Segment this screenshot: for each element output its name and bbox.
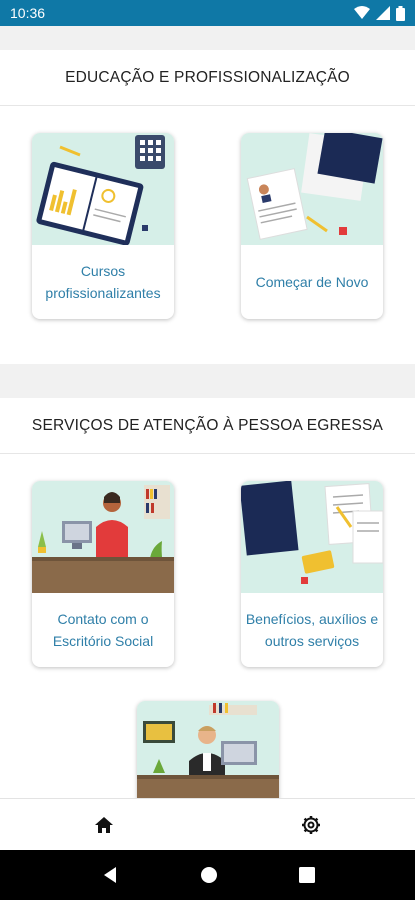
card-label: Benefícios, auxílios e outros serviços (245, 611, 379, 649)
section-education: EDUCAÇÃO E PROFISSIONALIZAÇÃO Cursos pro… (0, 50, 415, 364)
signal-icon (376, 6, 390, 20)
card-beneficios-auxilios[interactable]: Benefícios, auxílios e outros serviços (241, 481, 383, 667)
status-time: 10:36 (10, 5, 46, 21)
card-comecar-de-novo[interactable]: Começar de Novo (241, 133, 383, 319)
resume-illustration (241, 133, 383, 245)
card-contato-escritorio-social[interactable]: Contato com o Escritório Social (32, 481, 174, 667)
card-atendimento[interactable] (136, 701, 279, 798)
card-label: Contato com o Escritório Social (52, 611, 154, 649)
recents-icon[interactable] (298, 867, 315, 883)
nav-settings[interactable] (208, 799, 415, 850)
wifi-icon (354, 6, 370, 19)
section-title: SERVIÇOS DE ATENÇÃO À PESSOA EGRESSA (0, 398, 415, 454)
card-label: Começar de Novo (255, 274, 369, 290)
documents-illustration (241, 481, 383, 593)
system-nav-bar (0, 850, 415, 900)
card-cursos-profissionalizantes[interactable]: Cursos profissionalizantes (32, 133, 174, 319)
section-servicos: SERVIÇOS DE ATENÇÃO À PESSOA EGRESSA Con… (0, 398, 415, 798)
notebook-illustration (32, 133, 174, 245)
status-bar: 10:36 (0, 0, 415, 26)
gear-icon (302, 815, 321, 834)
office-illustration (32, 481, 174, 593)
home-icon (94, 816, 113, 833)
battery-icon (396, 5, 405, 21)
home-circle-icon[interactable] (200, 866, 218, 884)
card-label: Cursos profissionalizantes (45, 263, 161, 301)
nav-home[interactable] (0, 799, 208, 850)
bottom-nav (0, 798, 415, 850)
reception-illustration (136, 701, 279, 798)
back-icon[interactable] (101, 866, 119, 884)
content-scroll[interactable]: EDUCAÇÃO E PROFISSIONALIZAÇÃO Cursos pro… (0, 26, 415, 798)
section-title: EDUCAÇÃO E PROFISSIONALIZAÇÃO (0, 50, 415, 106)
